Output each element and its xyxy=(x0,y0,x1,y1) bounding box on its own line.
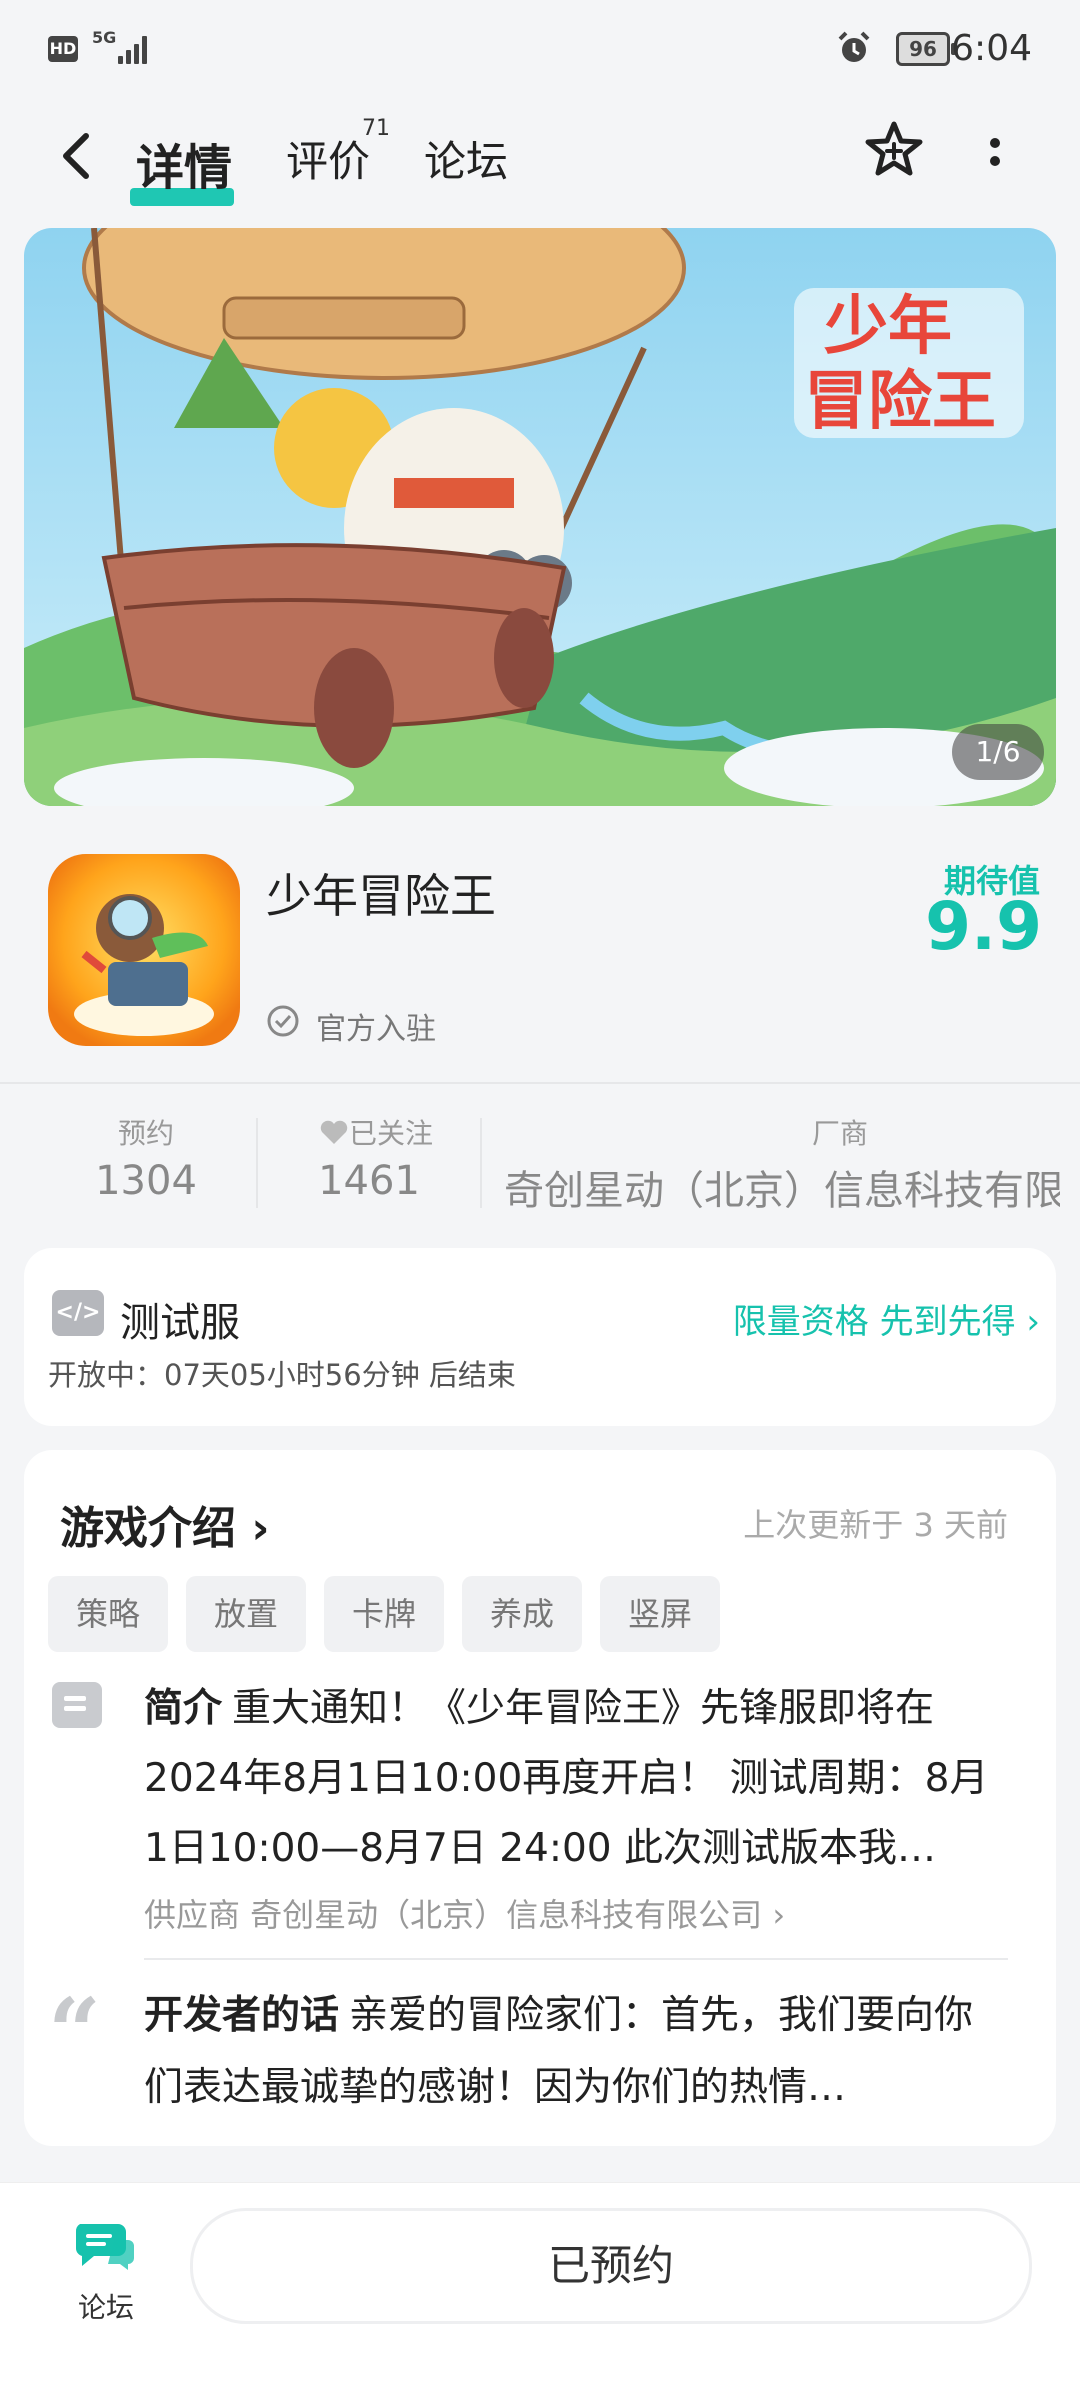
signal-icon xyxy=(112,34,148,64)
chevron-right-icon: › xyxy=(1026,1302,1040,1342)
app-icon xyxy=(48,854,240,1046)
back-icon[interactable] xyxy=(56,128,96,184)
test-server-cta[interactable]: 限量资格 先到先得 › xyxy=(733,1294,1040,1343)
svg-text:少年: 少年 xyxy=(824,290,952,364)
supplier-label: 供应商 奇创星动（北京）信息科技有限公司 xyxy=(144,1896,763,1934)
tag[interactable]: 策略 xyxy=(48,1576,168,1652)
tag[interactable]: 竖屏 xyxy=(600,1576,720,1652)
test-server-title: 测试服 xyxy=(120,1300,240,1346)
divider xyxy=(144,1958,1008,1960)
divider xyxy=(0,1082,1080,1084)
stat-separator xyxy=(480,1118,482,1208)
hd-indicator: HD xyxy=(48,36,78,62)
stat-reservations-value: 1304 xyxy=(95,1158,197,1204)
heart-icon xyxy=(320,1120,348,1144)
favorite-star-icon[interactable] xyxy=(864,120,924,180)
forum-label[interactable]: 论坛 xyxy=(78,2286,134,2326)
developer-note[interactable]: 开发者的话 亲爱的冒险家们：首先，我们要向你们表达最诚挚的感谢！因为你们的热情… xyxy=(144,1980,1012,2124)
supplier-link[interactable]: 供应商 奇创星动（北京）信息科技有限公司 › xyxy=(144,1890,785,1936)
stat-separator xyxy=(256,1118,258,1208)
quote-icon: “ xyxy=(48,1978,101,2086)
chevron-right-icon: › xyxy=(251,1503,270,1554)
review-count-badge: 71 xyxy=(362,116,390,141)
stat-vendor-value[interactable]: 奇创星动（北京）信息科技有限 xyxy=(504,1158,1060,1216)
stat-reservations-label: 预约 xyxy=(117,1117,174,1150)
last-updated: 上次更新于 3 天前 xyxy=(743,1506,1008,1544)
banner-carousel[interactable]: 少年 冒险王 1/6 xyxy=(24,228,1056,806)
code-icon: </> xyxy=(52,1290,104,1336)
tag[interactable]: 卡牌 xyxy=(324,1576,444,1652)
more-options-icon[interactable] xyxy=(980,130,1010,180)
intro-title[interactable]: 游戏介绍 › xyxy=(60,1492,269,1556)
stat-vendor-label: 厂商 xyxy=(811,1117,868,1150)
tag[interactable]: 放置 xyxy=(186,1576,306,1652)
summary-label: 简介 xyxy=(144,1686,223,1731)
battery-indicator: 96 xyxy=(896,32,956,66)
chevron-right-icon: › xyxy=(772,1896,786,1934)
developer-note-label: 开发者的话 xyxy=(144,1993,340,2038)
forum-chat-icon[interactable] xyxy=(74,2218,136,2272)
alarm-icon xyxy=(838,31,870,62)
summary-body: 重大通知！《少年冒险王》先锋服即将在2024年8月1日10:00再度开启！ 测试… xyxy=(144,1686,989,1871)
intro-title-label: 游戏介绍 xyxy=(60,1503,236,1554)
official-badge: 官方入驻 xyxy=(316,1012,436,1047)
tab-detail[interactable]: 详情 xyxy=(130,128,234,206)
carousel-pager: 1/6 xyxy=(952,724,1044,780)
app-name: 少年冒险王 xyxy=(266,869,496,923)
svg-text:冒险王: 冒险王 xyxy=(804,365,996,439)
stat-followers-label: 已关注 xyxy=(296,1112,456,1152)
description-icon xyxy=(52,1682,102,1728)
stat-followers-value: 1461 xyxy=(318,1158,420,1204)
expectation-score: 9.9 xyxy=(925,888,1042,965)
tab-detail-label: 详情 xyxy=(136,140,233,196)
status-bar: HD 5G 96 6:04 xyxy=(0,0,1080,100)
test-cta-label: 限量资格 先到先得 xyxy=(732,1302,1016,1342)
verified-check-icon xyxy=(267,1005,299,1037)
test-server-countdown: 开放中：07天05小时56分钟 后结束 xyxy=(48,1358,516,1392)
summary-text[interactable]: 简介 重大通知！《少年冒险王》先锋服即将在2024年8月1日10:00再度开启！ … xyxy=(144,1674,1012,1884)
tab-forum[interactable]: 论坛 xyxy=(424,128,508,189)
reserved-button[interactable]: 已预约 xyxy=(190,2208,1032,2324)
clock: 6:04 xyxy=(951,28,1032,69)
tag[interactable]: 养成 xyxy=(462,1576,582,1652)
banner-illustration: 少年 冒险王 xyxy=(24,228,1056,806)
tab-review[interactable]: 评价 xyxy=(286,128,370,189)
